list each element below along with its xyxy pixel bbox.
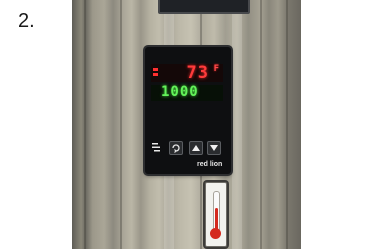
cycle-arrows-icon [172, 144, 180, 153]
process-temperature-display: 73 F [151, 63, 223, 83]
thermometer-bulb [210, 228, 221, 239]
photo-stainless-panel: 73 F 1000 red lion [72, 0, 301, 249]
thermometer-tube [213, 191, 220, 233]
down-button[interactable] [207, 141, 221, 155]
setpoint-value: 1000 [161, 84, 199, 100]
triangle-down-icon [210, 145, 218, 151]
brand-logo: red lion [197, 161, 223, 168]
mode-icon [152, 143, 160, 152]
thermometer-placard [205, 182, 227, 247]
step-number: 2. [18, 10, 35, 32]
temperature-controller: 73 F 1000 red lion [145, 47, 231, 174]
up-button[interactable] [189, 141, 203, 155]
cycle-button[interactable] [169, 141, 183, 155]
status-indicator [153, 68, 158, 71]
setpoint-display: 1000 [151, 84, 223, 101]
upper-control-panel [158, 0, 250, 14]
triangle-up-icon [192, 145, 200, 151]
mode-button[interactable] [151, 141, 161, 153]
temperature-value: 73 [186, 63, 209, 83]
temperature-unit: F [213, 64, 219, 74]
